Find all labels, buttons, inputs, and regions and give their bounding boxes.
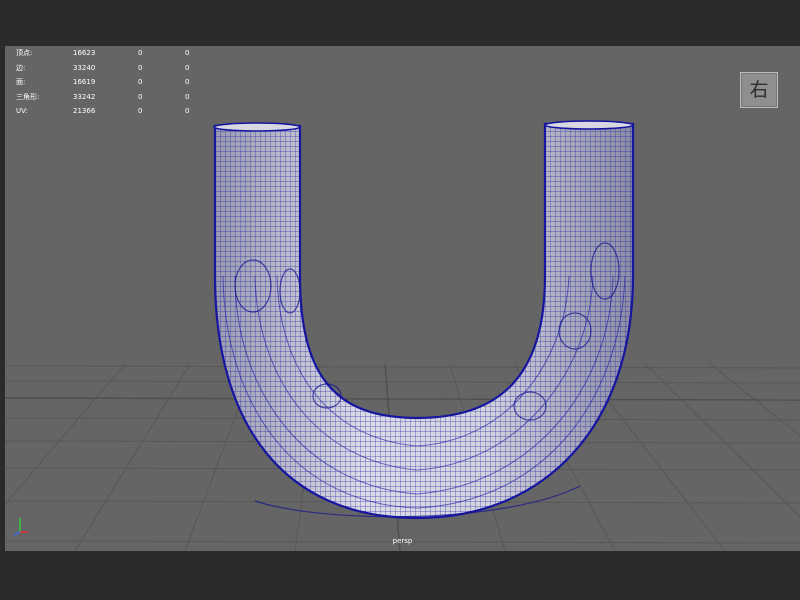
viewport-persp[interactable]: 顶点: 16623 0 0 边: 33240 0 0 面: 16619 0 0 … bbox=[5, 46, 800, 551]
viewcube-right-face[interactable]: 右 bbox=[740, 72, 778, 108]
camera-label: persp bbox=[392, 537, 413, 545]
axis-gizmo-icon bbox=[13, 518, 28, 536]
u-tube-mesh bbox=[213, 120, 635, 520]
scene-render bbox=[5, 120, 800, 551]
